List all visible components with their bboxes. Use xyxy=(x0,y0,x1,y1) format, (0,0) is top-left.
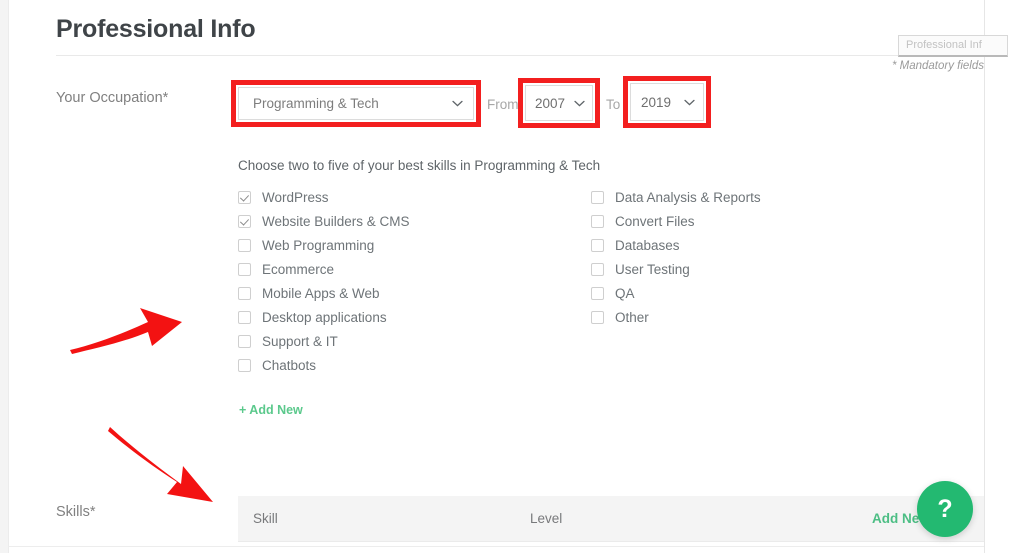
annotation-highlight-from-year xyxy=(518,78,600,128)
skill-checkbox-label: Website Builders & CMS xyxy=(262,213,410,229)
bottom-divider xyxy=(8,546,984,547)
checkbox-checked-icon[interactable] xyxy=(238,214,251,228)
skill-checkbox-label: Mobile Apps & Web xyxy=(262,285,380,301)
checkbox-icon[interactable] xyxy=(238,358,251,372)
occupation-label: Your Occupation* xyxy=(56,90,169,106)
checkbox-icon[interactable] xyxy=(591,310,604,324)
skill-checkbox-label: Ecommerce xyxy=(262,261,335,277)
checkbox-checked-icon[interactable] xyxy=(238,190,251,204)
help-button[interactable]: ? xyxy=(917,481,973,537)
checkbox-icon[interactable] xyxy=(591,286,604,300)
from-label: From xyxy=(487,97,519,112)
skill-checkbox-row[interactable]: User Testing xyxy=(591,257,761,281)
skill-checkbox-label: User Testing xyxy=(615,261,690,277)
skills-left-column: WordPress Website Builders & CMS Web Progr… xyxy=(238,185,410,377)
skill-checkbox-row[interactable]: Website Builders & CMS xyxy=(238,209,410,233)
left-gutter xyxy=(0,0,9,553)
skill-checkbox-row[interactable]: Web Programming xyxy=(238,233,410,257)
skill-checkbox-label: Other xyxy=(615,309,649,325)
right-divider xyxy=(984,0,985,553)
professional-info-tab[interactable]: Professional Inf xyxy=(898,35,1008,57)
to-label: To xyxy=(606,97,621,112)
checkbox-icon[interactable] xyxy=(591,190,604,204)
skill-checkbox-label: Web Programming xyxy=(262,237,375,253)
checkbox-icon[interactable] xyxy=(238,238,251,252)
annotation-highlight-to-year xyxy=(623,76,711,128)
skill-checkbox-label: Data Analysis & Reports xyxy=(615,189,761,205)
checkbox-icon[interactable] xyxy=(591,262,604,276)
skills-table-header: Skill Level Add New xyxy=(238,496,984,542)
skill-checkbox-row[interactable]: Databases xyxy=(591,233,761,257)
annotation-highlight-occupation xyxy=(231,80,481,127)
skill-checkbox-label: WordPress xyxy=(262,189,329,205)
professional-info-page: Professional Info Professional Inf * Man… xyxy=(0,0,1024,553)
annotation-arrow-right xyxy=(68,300,184,364)
annotation-arrow-down-right xyxy=(107,424,219,506)
skill-checkbox-label: QA xyxy=(615,285,635,301)
checkbox-icon[interactable] xyxy=(238,334,251,348)
checkbox-icon[interactable] xyxy=(591,238,604,252)
skill-checkbox-row[interactable]: Convert Files xyxy=(591,209,761,233)
skill-checkbox-label: Chatbots xyxy=(262,357,317,373)
checkbox-icon[interactable] xyxy=(238,286,251,300)
skill-checkbox-row[interactable]: WordPress xyxy=(238,185,410,209)
page-title: Professional Info xyxy=(56,15,256,43)
column-header-skill: Skill xyxy=(253,511,278,526)
column-header-level: Level xyxy=(530,511,563,526)
question-mark-icon: ? xyxy=(937,494,953,523)
skill-checkbox-row[interactable]: Mobile Apps & Web xyxy=(238,281,410,305)
skill-checkbox-label: Databases xyxy=(615,237,680,253)
skill-checkbox-label: Support & IT xyxy=(262,333,338,349)
checkbox-icon[interactable] xyxy=(238,310,251,324)
professional-info-tab-label: Professional Inf xyxy=(906,39,982,51)
skills-label: Skills* xyxy=(56,504,96,520)
skill-checkbox-row[interactable]: Support & IT xyxy=(238,329,410,353)
checkbox-icon[interactable] xyxy=(591,214,604,228)
skill-checkbox-row[interactable]: Chatbots xyxy=(238,353,410,377)
skills-chooser-hint: Choose two to five of your best skills i… xyxy=(238,158,601,173)
skill-checkbox-label: Convert Files xyxy=(615,213,695,229)
mandatory-fields-note: * Mandatory fields xyxy=(891,60,984,72)
skills-right-column: Data Analysis & Reports Convert Files Data… xyxy=(591,185,761,329)
skill-checkbox-row[interactable]: Desktop applications xyxy=(238,305,410,329)
skill-checkbox-row[interactable]: QA xyxy=(591,281,761,305)
skill-checkbox-row[interactable]: Data Analysis & Reports xyxy=(591,185,761,209)
skill-checkbox-row[interactable]: Other xyxy=(591,305,761,329)
title-divider xyxy=(56,55,984,56)
add-new-skill-link[interactable]: + Add New xyxy=(239,403,303,417)
checkbox-icon[interactable] xyxy=(238,262,251,276)
skill-checkbox-label: Desktop applications xyxy=(262,309,387,325)
skill-checkbox-row[interactable]: Ecommerce xyxy=(238,257,410,281)
